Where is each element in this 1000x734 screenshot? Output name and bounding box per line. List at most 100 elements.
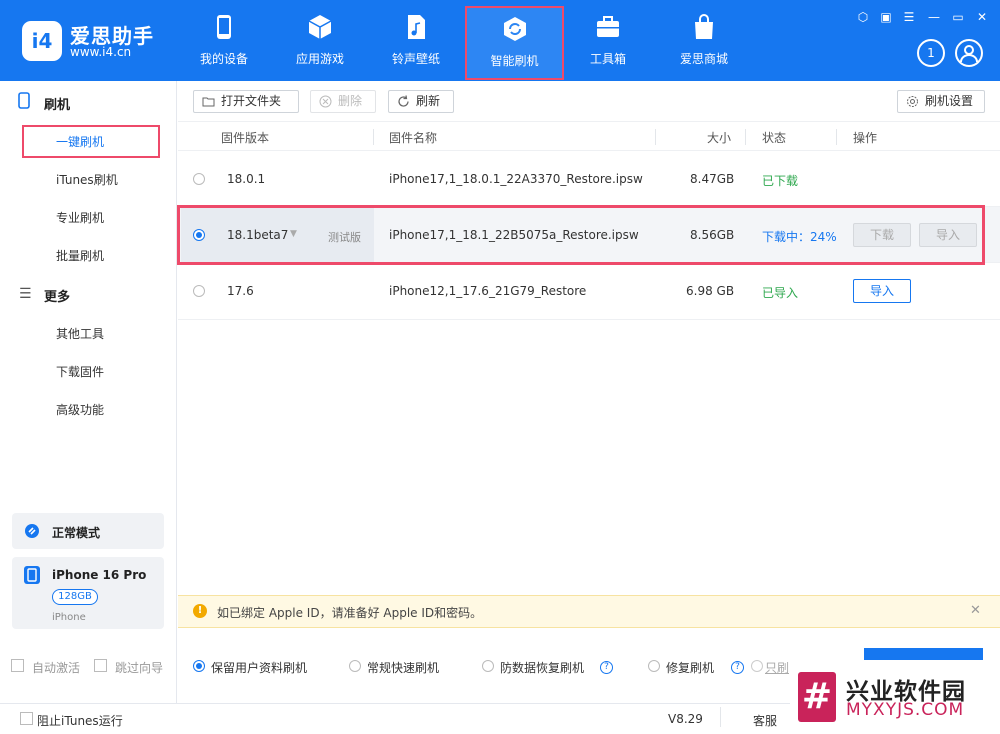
row-size: 6.98 GB [686, 284, 735, 298]
sidebar-item-batch-flash[interactable]: 批量刷机 [56, 247, 104, 264]
menu-icon[interactable]: ☰ [902, 10, 916, 24]
keep-data-label[interactable]: 保留用户资料刷机 [211, 659, 307, 676]
import-button[interactable]: 导入 [853, 279, 911, 303]
col-name: 固件名称 [389, 131, 438, 145]
watermark-logo: # [798, 672, 836, 722]
repair-radio[interactable] [648, 660, 660, 672]
storage-badge: 128GB [52, 589, 98, 605]
toolbox-icon [597, 16, 619, 37]
nav-label: 工具箱 [589, 52, 626, 66]
notice-text: 如已绑定 Apple ID，请准备好 Apple ID和密码。 [217, 606, 483, 620]
row-status: 已导入 [762, 286, 799, 300]
sidebar-section-flash: 刷机 [44, 98, 71, 113]
anti-recovery-radio[interactable] [482, 660, 494, 672]
nav-label: 智能刷机 [490, 54, 539, 68]
row-version: 17.6 [227, 284, 254, 298]
only-flash-label[interactable]: 只刷 [765, 659, 789, 676]
open-folder-button[interactable]: 打开文件夹 [193, 90, 299, 113]
skip-guide-checkbox[interactable] [94, 659, 107, 672]
row-status: 已下载 [762, 174, 799, 188]
app-version: V8.29 [668, 712, 703, 726]
shopping-bag-icon [695, 14, 713, 39]
sidebar-item-one-click-flash[interactable]: 一键刷机 [56, 133, 104, 150]
close-icon[interactable]: ✕ [975, 10, 989, 24]
flash-settings-label: 刷机设置 [925, 94, 974, 108]
sidebar-item-advanced[interactable]: 高级功能 [56, 401, 104, 418]
row-firmware-name: iPhone12,1_17.6_21G79_Restore [389, 284, 587, 298]
row-version: 18.0.1 [227, 172, 266, 186]
support-link[interactable]: 客服 [753, 712, 777, 729]
more-menu-icon: ☰ [19, 286, 32, 302]
normal-fast-radio[interactable] [349, 660, 361, 672]
toolbar [178, 81, 1000, 122]
auto-activate-checkbox[interactable] [11, 659, 24, 672]
auto-activate-label: 自动激活 [32, 661, 81, 675]
skin-icon[interactable]: ⬡ [856, 10, 870, 24]
repair-label[interactable]: 修复刷机 [666, 659, 714, 676]
delete-label: 删除 [338, 94, 363, 108]
folder-icon [202, 97, 215, 107]
skip-guide-label: 跳过向导 [115, 661, 164, 675]
nav-ringtones-wallpaper[interactable]: 铃声壁纸 [368, 6, 464, 80]
nav-label: 铃声壁纸 [391, 52, 440, 66]
block-itunes-label: 阻止iTunes运行 [37, 714, 123, 728]
nav-store[interactable]: 爱思商城 [656, 6, 752, 80]
row-radio[interactable] [193, 285, 205, 297]
link-icon [25, 524, 39, 538]
row-highlight-frame [177, 205, 985, 265]
feedback-icon[interactable]: ▣ [879, 10, 893, 24]
normal-fast-label[interactable]: 常规快速刷机 [367, 659, 439, 676]
phone-outline-icon [18, 92, 30, 109]
col-divider [745, 129, 746, 145]
app-logo: i4 [22, 21, 62, 61]
row-firmware-name: iPhone17,1_18.0.1_22A3370_Restore.ipsw [389, 172, 643, 186]
nav-smart-flash[interactable]: 智能刷机 [465, 6, 564, 80]
refresh-label: 刷新 [416, 94, 441, 108]
nav-label: 爱思商城 [679, 52, 728, 66]
sidebar-item-other-tools[interactable]: 其他工具 [56, 325, 104, 342]
music-file-icon [408, 15, 425, 39]
gear-icon [907, 96, 918, 107]
user-avatar[interactable] [955, 39, 983, 67]
device-name: iPhone 16 Pro [52, 568, 147, 582]
user-icon [960, 45, 978, 63]
col-version: 固件版本 [221, 131, 270, 145]
delete-icon [319, 95, 332, 108]
delete-button[interactable]: 删除 [310, 90, 376, 113]
open-folder-label: 打开文件夹 [221, 94, 282, 108]
help-icon[interactable]: ? [731, 661, 744, 674]
device-type: iPhone [52, 612, 86, 623]
refresh-icon [398, 95, 409, 107]
nav-my-device[interactable]: 我的设备 [176, 6, 272, 80]
col-divider [655, 129, 656, 145]
only-flash-radio[interactable] [751, 660, 763, 672]
phone-icon [217, 15, 231, 39]
col-status: 状态 [762, 131, 787, 145]
row-radio[interactable] [193, 173, 205, 185]
anti-recovery-label[interactable]: 防数据恢复刷机 [500, 659, 584, 676]
cube-icon [308, 15, 332, 39]
footer-divider [720, 707, 721, 727]
maximize-icon[interactable]: ▭ [951, 10, 965, 24]
sidebar-item-itunes-flash[interactable]: iTunes刷机 [56, 171, 118, 188]
flash-settings-button[interactable]: 刷机设置 [897, 90, 985, 113]
keep-data-radio[interactable] [193, 660, 205, 672]
col-divider [373, 129, 374, 145]
refresh-button[interactable]: 刷新 [388, 90, 454, 113]
sidebar-item-pro-flash[interactable]: 专业刷机 [56, 209, 104, 226]
sidebar-item-download-firmware[interactable]: 下载固件 [56, 363, 104, 380]
sidebar-section-more: 更多 [44, 290, 71, 305]
warning-icon: ! [193, 604, 207, 618]
flash-refresh-icon [503, 17, 526, 41]
row-size: 8.47GB [690, 172, 735, 186]
col-divider [836, 129, 837, 145]
notice-close-icon[interactable]: ✕ [970, 603, 981, 618]
help-icon[interactable]: ? [600, 661, 613, 674]
minimize-icon[interactable]: — [927, 10, 941, 24]
col-size: 大小 [707, 131, 732, 145]
nav-apps-games[interactable]: 应用游戏 [272, 6, 368, 80]
nav-label: 我的设备 [199, 52, 248, 66]
block-itunes-checkbox[interactable] [20, 712, 33, 725]
download-counter[interactable]: 1 [917, 39, 945, 67]
nav-toolbox[interactable]: 工具箱 [560, 6, 656, 80]
